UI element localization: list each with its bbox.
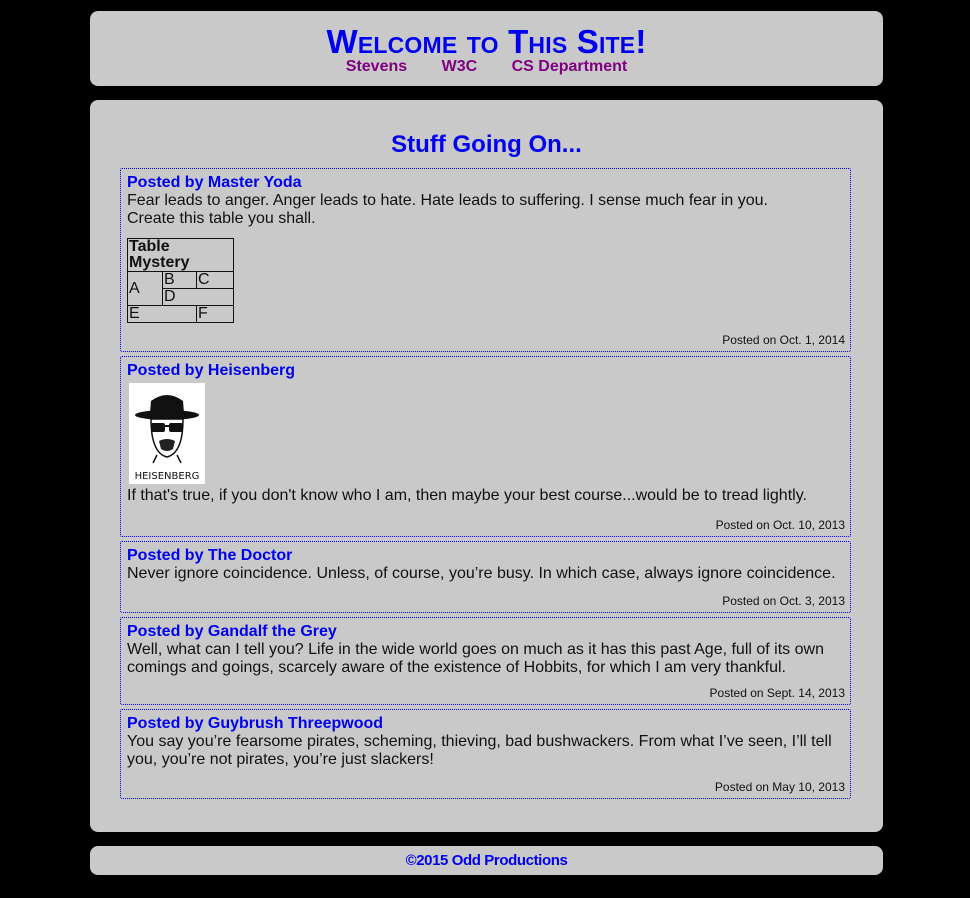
post-body-line: Create this table you shall. bbox=[127, 210, 316, 227]
post-date: Posted on Oct. 3, 2013 bbox=[722, 594, 845, 608]
table-cell-d: D bbox=[162, 288, 234, 306]
post-author: Posted by Guybrush Threepwood bbox=[127, 715, 384, 732]
post-body: You say you’re fearsome pirates, schemin… bbox=[127, 733, 832, 768]
post-author: Posted by The Doctor bbox=[127, 547, 293, 564]
post-gandalf: Posted by Gandalf the Grey Well, what ca… bbox=[120, 617, 851, 705]
post-author: Posted by Master Yoda bbox=[127, 174, 302, 191]
header-panel: Welcome to This Site! Stevens W3C CS Dep… bbox=[90, 11, 883, 86]
nav-bar: Stevens W3C CS Department bbox=[90, 58, 883, 76]
post-yoda: Posted by Master Yoda Fear leads to ange… bbox=[120, 168, 851, 352]
nav-link-w3c[interactable]: W3C bbox=[442, 58, 478, 75]
heisenberg-image: HEISENBERG bbox=[129, 383, 205, 484]
mystery-table: Table Mystery A B C D E F bbox=[127, 238, 234, 323]
nav-link-cs-department[interactable]: CS Department bbox=[512, 58, 628, 75]
post-body: Well, what can I tell you? Life in the w… bbox=[127, 641, 824, 676]
table-caption: Table Mystery bbox=[127, 238, 234, 272]
post-guybrush: Posted by Guybrush Threepwood You say yo… bbox=[120, 709, 851, 799]
table-cell-f: F bbox=[196, 305, 234, 323]
section-title: Stuff Going On... bbox=[391, 131, 582, 158]
post-body: If that's true, if you don't know who I … bbox=[127, 487, 807, 504]
table-cell-c: C bbox=[196, 271, 234, 289]
post-the-doctor: Posted by The Doctor Never ignore coinci… bbox=[120, 541, 851, 613]
nav-link-stevens[interactable]: Stevens bbox=[346, 58, 407, 75]
post-date: Posted on Sept. 14, 2013 bbox=[709, 686, 845, 700]
post-author: Posted by Gandalf the Grey bbox=[127, 623, 337, 640]
post-date: Posted on Oct. 1, 2014 bbox=[722, 333, 845, 347]
post-date: Posted on May 10, 2013 bbox=[714, 780, 845, 794]
table-cell-b: B bbox=[162, 271, 197, 289]
table-cell-e: E bbox=[127, 305, 197, 323]
main-panel: Stuff Going On... Posted by Master Yoda … bbox=[90, 100, 883, 832]
copyright-text: ©2015 Odd Productions bbox=[405, 852, 568, 869]
post-heisenberg: Posted by Heisenberg HEISENBERG If that'… bbox=[120, 356, 851, 537]
table-cell-a: A bbox=[127, 271, 163, 306]
heisenberg-caption: HEISENBERG bbox=[135, 471, 200, 482]
post-body: Never ignore coincidence. Unless, of cou… bbox=[127, 565, 836, 582]
post-author: Posted by Heisenberg bbox=[127, 362, 296, 379]
footer-panel: ©2015 Odd Productions bbox=[90, 846, 883, 875]
site-title: Welcome to This Site! bbox=[326, 23, 647, 60]
post-date: Posted on Oct. 10, 2013 bbox=[715, 518, 845, 532]
post-body-line: Fear leads to anger. Anger leads to hate… bbox=[127, 192, 768, 209]
